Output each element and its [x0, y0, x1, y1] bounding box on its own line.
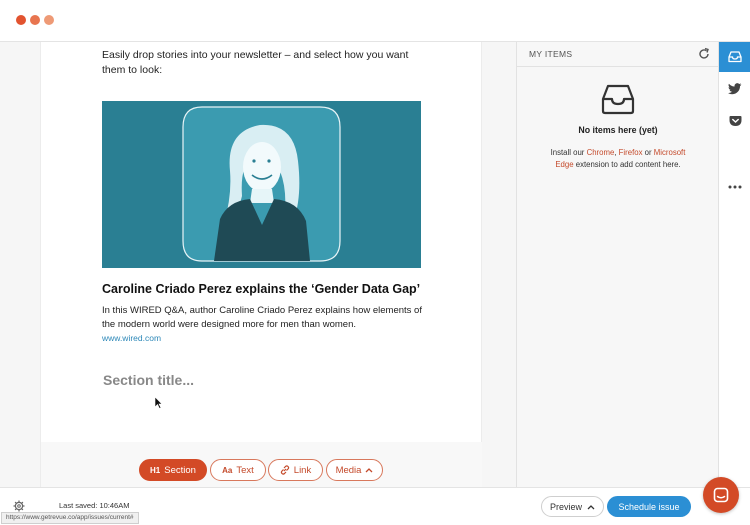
left-gutter — [0, 42, 40, 487]
panel-title: MY ITEMS — [529, 49, 573, 59]
or-text: or — [644, 148, 652, 157]
add-text-button[interactable]: Aa Text — [210, 459, 266, 481]
middle-gutter — [482, 42, 516, 487]
inbox-icon — [728, 51, 742, 63]
empty-state-title: No items here (yet) — [578, 125, 658, 135]
add-media-label: Media — [335, 464, 362, 476]
more-icon — [728, 185, 742, 189]
intro-text: Easily drop stories into your newsletter… — [102, 49, 409, 76]
add-link-label: Link — [293, 464, 312, 476]
maximize-window-dot[interactable] — [44, 15, 54, 25]
source-rail — [718, 42, 750, 487]
newsletter-editor: Easily drop stories into your newsletter… — [40, 42, 482, 487]
link-icon — [280, 465, 289, 475]
twitter-icon — [728, 83, 742, 95]
close-window-dot[interactable] — [16, 15, 26, 25]
support-chat-button[interactable] — [703, 477, 739, 513]
section-title-placeholder[interactable]: Section title... — [103, 372, 194, 388]
story-description: In this WIRED Q&A, author Caroline Criad… — [102, 305, 422, 330]
preview-button[interactable]: Preview — [541, 496, 604, 517]
story-image[interactable] — [102, 101, 421, 268]
settings-gear-icon[interactable] — [13, 500, 25, 512]
firefox-extension-link[interactable]: Firefox — [619, 148, 643, 157]
minimize-window-dot[interactable] — [30, 15, 40, 25]
empty-state-description: Install our Chrome, Firefox or Microsoft… — [547, 147, 689, 171]
install-prefix-text: Install our — [550, 148, 585, 157]
bottom-bar: Last saved: 10:46AM https://www.getrevue… — [0, 477, 750, 525]
add-section-button[interactable]: H1 Section — [139, 459, 207, 481]
rail-twitter-button[interactable] — [719, 74, 750, 104]
rail-more-button[interactable] — [719, 172, 750, 202]
chevron-up-icon — [365, 468, 373, 473]
window-titlebar — [0, 0, 750, 42]
pocket-icon — [729, 116, 741, 126]
chevron-up-icon — [587, 504, 595, 509]
preview-label: Preview — [549, 501, 582, 512]
mouse-cursor-icon — [155, 397, 163, 409]
add-text-label: Text — [236, 464, 254, 476]
add-link-button[interactable]: Link — [268, 459, 323, 481]
schedule-issue-button[interactable]: Schedule issue — [607, 496, 691, 517]
inbox-tray-icon — [601, 84, 635, 115]
story-source-link[interactable]: www.wired.com — [102, 333, 161, 343]
comma-text: , — [614, 148, 617, 157]
heading-icon: H1 — [150, 465, 161, 475]
add-section-label: Section — [164, 464, 196, 476]
add-media-button[interactable]: Media — [326, 459, 383, 481]
last-saved-status: Last saved: 10:46AM — [59, 501, 130, 510]
story-title: Caroline Criado Perez explains the ‘Gend… — [102, 282, 421, 296]
text-icon: Aa — [222, 465, 233, 475]
panel-header: MY ITEMS — [517, 42, 719, 67]
rail-inbox-button[interactable] — [719, 42, 750, 72]
rail-pocket-button[interactable] — [719, 106, 750, 136]
refresh-icon[interactable] — [697, 47, 711, 61]
my-items-panel: MY ITEMS No items here (yet) Install our… — [516, 42, 719, 487]
chat-icon — [713, 487, 729, 503]
chrome-extension-link[interactable]: Chrome — [587, 148, 615, 157]
install-suffix-text: extension to add content here. — [575, 160, 681, 169]
status-url-tooltip: https://www.getrevue.co/app/issues/curre… — [1, 512, 139, 524]
portrait-illustration — [102, 101, 421, 268]
